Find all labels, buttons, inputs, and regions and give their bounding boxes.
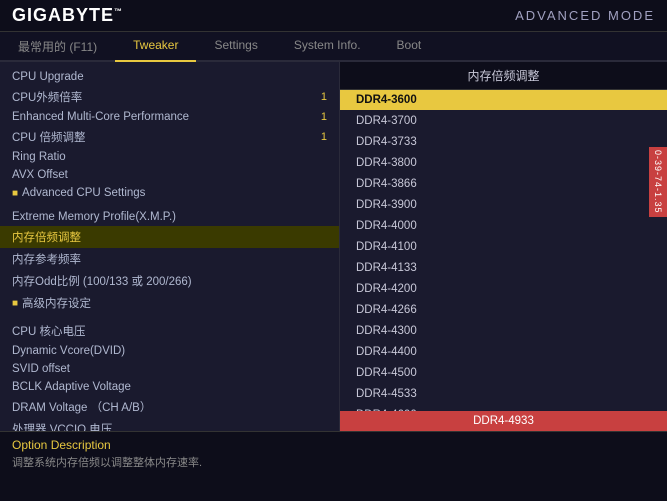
menu-advanced-cpu[interactable]: ■ Advanced CPU Settings: [0, 184, 339, 202]
dropdown-bottom-item[interactable]: DDR4-4933: [340, 411, 667, 431]
menu-memory-ref-freq[interactable]: 内存参考频率: [0, 248, 339, 270]
logo-tm: ™: [114, 7, 123, 16]
dropdown-list[interactable]: DDR4-3600 DDR4-3700 DDR4-3733 DDR4-3800 …: [340, 90, 667, 411]
menu-memory-odd-ratio[interactable]: 内存Odd比例 (100/133 或 200/266): [0, 270, 339, 292]
dropdown-item-ddr4-4533[interactable]: DDR4-4533: [340, 384, 667, 405]
menu-bclk-adaptive[interactable]: BCLK Adaptive Voltage: [0, 378, 339, 396]
dropdown-item-ddr4-4000[interactable]: DDR4-4000: [340, 216, 667, 237]
menu-ring-ratio[interactable]: Ring Ratio: [0, 148, 339, 166]
dropdown-item-ddr4-4200[interactable]: DDR4-4200: [340, 279, 667, 300]
menu-cpu-vcore[interactable]: CPU 核心电压: [0, 320, 339, 342]
menu-enhanced-multicore[interactable]: Enhanced Multi-Core Performance 1: [0, 108, 339, 126]
menu-vccio[interactable]: 处理器 VCCIO 电压: [0, 418, 339, 431]
tab-system-info[interactable]: System Info.: [276, 32, 379, 62]
menu-avx-offset[interactable]: AVX Offset: [0, 166, 339, 184]
dropdown-item-ddr4-4100[interactable]: DDR4-4100: [340, 237, 667, 258]
menu-memory-freq[interactable]: 内存倍频调整: [0, 226, 339, 248]
menu-xmp[interactable]: Extreme Memory Profile(X.M.P.): [0, 208, 339, 226]
dropdown-item-ddr4-3600[interactable]: DDR4-3600: [340, 90, 667, 111]
tab-most-used[interactable]: 最常用的 (F11): [0, 32, 115, 62]
option-desc-title: Option Description: [12, 438, 655, 452]
dropdown-item-ddr4-3800[interactable]: DDR4-3800: [340, 153, 667, 174]
dropdown-item-ddr4-4133[interactable]: DDR4-4133: [340, 258, 667, 279]
dropdown-item-ddr4-4500[interactable]: DDR4-4500: [340, 363, 667, 384]
option-description: Option Description 调整系统内存倍频以调整整体内存速率.: [0, 431, 667, 501]
tab-boot[interactable]: Boot: [379, 32, 440, 62]
main-content: CPU Upgrade CPU外频倍率 1 Enhanced Multi-Cor…: [0, 62, 667, 431]
dropdown-item-ddr4-3700[interactable]: DDR4-3700: [340, 111, 667, 132]
menu-cpu-multiplier[interactable]: CPU 倍频调整 1: [0, 126, 339, 148]
option-desc-text: 调整系统内存倍频以调整整体内存速率.: [12, 456, 655, 471]
dropdown-item-ddr4-4400[interactable]: DDR4-4400: [340, 342, 667, 363]
dropdown-item-ddr4-3900[interactable]: DDR4-3900: [340, 195, 667, 216]
dropdown-title: 内存倍频调整: [340, 62, 667, 90]
menu-svid-offset[interactable]: SVID offset: [0, 360, 339, 378]
dropdown-item-ddr4-3733[interactable]: DDR4-3733: [340, 132, 667, 153]
dropdown-item-ddr4-4266[interactable]: DDR4-4266: [340, 300, 667, 321]
menu-dynamic-vcore[interactable]: Dynamic Vcore(DVID): [0, 342, 339, 360]
menu-dram-voltage[interactable]: DRAM Voltage （CH A/B）: [0, 396, 339, 418]
menu-cpu-upgrade[interactable]: CPU Upgrade: [0, 68, 339, 86]
logo-text: GIGABYTE: [12, 5, 114, 25]
header: GIGABYTE™ ADVANCED MODE: [0, 0, 667, 32]
right-panel: 内存倍频调整 DDR4-3600 DDR4-3700 DDR4-3733 DDR…: [340, 62, 667, 431]
tab-tweaker[interactable]: Tweaker: [115, 32, 196, 62]
dropdown-item-ddr4-4300[interactable]: DDR4-4300: [340, 321, 667, 342]
dropdown-item-ddr4-3866[interactable]: DDR4-3866: [340, 174, 667, 195]
logo: GIGABYTE™: [12, 5, 123, 26]
menu-advanced-memory[interactable]: ■ 高级内存设定: [0, 292, 339, 314]
nav-tabs: 最常用的 (F11) Tweaker Settings System Info.…: [0, 32, 667, 62]
tab-settings[interactable]: Settings: [196, 32, 275, 62]
menu-cpu-freq[interactable]: CPU外频倍率 1: [0, 86, 339, 108]
mode-label: ADVANCED MODE: [515, 8, 655, 23]
left-panel: CPU Upgrade CPU外频倍率 1 Enhanced Multi-Cor…: [0, 62, 340, 431]
right-edge-badge: 0-39-74-1.35: [649, 147, 667, 217]
